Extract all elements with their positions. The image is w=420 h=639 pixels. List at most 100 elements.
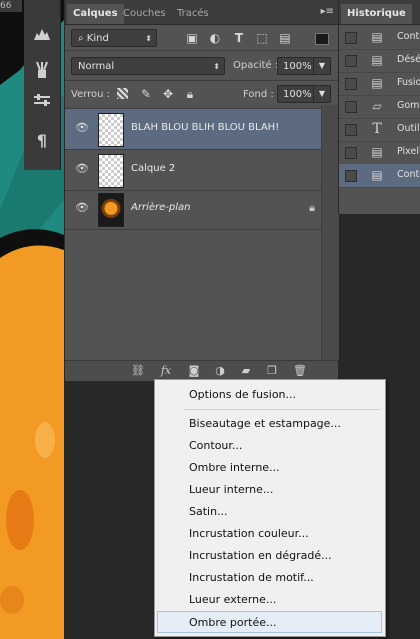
filter-toggle[interactable]	[315, 33, 329, 45]
layer-name: Arrière-plan	[131, 202, 191, 213]
menu-item-color-overlay[interactable]: Incrustation couleur...	[155, 523, 385, 545]
tab-historique[interactable]: Historique	[341, 4, 412, 24]
eye-visibility-icon[interactable]: 👁︎	[75, 201, 89, 215]
layer-name: BLAH BLOU BLIH BLOU BLAH!	[131, 122, 280, 133]
history-snapshot-checkbox[interactable]	[345, 101, 357, 113]
lock-all-icon[interactable]: 🔒︎	[183, 87, 197, 101]
history-item-selected[interactable]: ▤ Conto	[339, 164, 420, 188]
lock-transparency-icon[interactable]	[117, 88, 128, 99]
history-item[interactable]: ▤ Fusio	[339, 72, 420, 96]
link-layers-icon[interactable]: ⛓︎	[129, 363, 147, 379]
history-item-label: Pixell	[397, 146, 420, 157]
histogram-icon[interactable]	[30, 22, 54, 46]
kind-filter-label: Kind	[86, 33, 109, 44]
history-item-label: Conto	[397, 31, 420, 42]
fill-value: 100%	[283, 89, 312, 100]
layer-thumbnail	[98, 193, 124, 227]
fill-label: Fond :	[243, 89, 274, 100]
fill-field[interactable]: 100% ▼	[277, 85, 331, 103]
lock-label: Verrou :	[71, 89, 111, 100]
history-item[interactable]: ▤ Désél	[339, 49, 420, 73]
menu-item-blending-options[interactable]: Options de fusion...	[155, 384, 385, 406]
eye-visibility-icon[interactable]: 👁︎	[75, 121, 89, 135]
fx-label: fx	[160, 364, 172, 377]
history-snapshot-checkbox[interactable]	[345, 147, 357, 159]
filter-shape-icon[interactable]: ⬚	[255, 31, 269, 45]
adjustment-layer-icon[interactable]: ◑	[211, 363, 229, 379]
history-item-label: Gomm	[397, 100, 420, 111]
document-icon: ▤	[371, 145, 383, 159]
menu-item-pattern-overlay[interactable]: Incrustation de motif...	[155, 567, 385, 589]
search-icon: ⌕	[78, 33, 87, 44]
chevron-down-icon[interactable]: ▼	[313, 86, 330, 102]
history-snapshot-checkbox[interactable]	[345, 170, 357, 182]
menu-item-bevel-emboss[interactable]: Biseautage et estampage...	[155, 413, 385, 435]
chevron-down-icon[interactable]: ▼	[313, 58, 330, 74]
paragraph-icon[interactable]: ¶	[30, 128, 54, 152]
layers-panel: Calques Couches Tracés ▸≡ ⌕ Kind ⬍ ▣ ◐ T…	[64, 0, 339, 381]
trash-icon[interactable]: 🗑︎	[291, 363, 309, 379]
layers-scrollbar[interactable]	[321, 105, 339, 360]
chevron-updown-icon: ⬍	[145, 34, 152, 43]
menu-item-stroke[interactable]: Contour...	[155, 435, 385, 457]
menu-item-drop-shadow[interactable]: Ombre portée...	[157, 611, 382, 633]
filter-smart-object-icon[interactable]: ▤	[278, 31, 292, 45]
opacity-value: 100%	[283, 61, 312, 72]
type-tool-icon: T	[372, 121, 382, 137]
layer-thumbnail	[98, 113, 124, 147]
layer-row-text[interactable]: 👁︎ BLAH BLOU BLIH BLOU BLAH!	[65, 109, 321, 150]
fx-button[interactable]: fx	[157, 363, 175, 379]
history-item-label: Outil	[397, 123, 420, 134]
opacity-field[interactable]: 100% ▼	[277, 57, 331, 75]
menu-item-inner-shadow[interactable]: Ombre interne...	[155, 457, 385, 479]
history-panel-tabs: Historique	[339, 0, 420, 25]
history-item[interactable]: ▤ Conto	[339, 26, 420, 50]
menu-item-outer-glow[interactable]: Lueur externe...	[155, 589, 385, 611]
history-snapshot-checkbox[interactable]	[345, 78, 357, 90]
history-item-label: Désél	[397, 54, 420, 65]
history-item[interactable]: ▤ Pixell	[339, 141, 420, 165]
menu-item-gradient-overlay[interactable]: Incrustation en dégradé...	[155, 545, 385, 567]
panel-menu-icon[interactable]: ▸≡	[321, 6, 334, 17]
layer-row-calque-2[interactable]: 👁︎ Calque 2	[65, 150, 321, 191]
eye-visibility-icon[interactable]: 👁︎	[75, 162, 89, 176]
history-snapshot-checkbox[interactable]	[345, 32, 357, 44]
add-mask-icon[interactable]: ◙	[185, 363, 203, 379]
lock-icon: 🔒︎	[309, 201, 315, 214]
history-item[interactable]: T Outil	[339, 118, 420, 142]
lock-position-move-icon[interactable]: ✥	[161, 87, 175, 101]
history-panel: Historique ▤ Conto ▤ Désél ▤ Fusio ▱ Gom…	[338, 0, 420, 214]
layer-row-background[interactable]: 👁︎ Arrière-plan 🔒︎	[65, 189, 321, 230]
history-snapshot-checkbox[interactable]	[345, 55, 357, 67]
new-layer-icon[interactable]: ❐	[263, 363, 281, 379]
filter-adjustment-icon[interactable]: ◐	[208, 31, 222, 45]
folder-icon[interactable]: ▰	[237, 363, 255, 379]
layer-style-menu: Options de fusion... Biseautage et estam…	[154, 379, 386, 637]
tab-calques[interactable]: Calques	[67, 4, 124, 24]
history-item[interactable]: ▱ Gomm	[339, 95, 420, 119]
layer-thumbnail	[98, 154, 124, 188]
layers-bottom-bar: ⛓︎ fx ◙ ◑ ▰ ❐ 🗑︎	[65, 360, 338, 381]
menu-separator	[183, 409, 381, 410]
layer-name: Calque 2	[131, 163, 176, 174]
blend-mode-dropdown[interactable]: Normal ⬍	[71, 57, 225, 75]
ruler-number: 66	[0, 0, 22, 12]
history-item-label: Fusio	[397, 77, 420, 88]
layers-panel-tabs: Calques Couches Tracés ▸≡	[65, 0, 338, 25]
tab-traces[interactable]: Tracés	[171, 4, 215, 24]
filter-type-icon[interactable]: T	[232, 31, 246, 45]
brushes-icon[interactable]	[30, 58, 54, 82]
tab-couches[interactable]: Couches	[117, 4, 172, 24]
filter-pixel-icon[interactable]: ▣	[185, 31, 199, 45]
menu-item-satin[interactable]: Satin...	[155, 501, 385, 523]
blend-mode-value: Normal	[78, 61, 115, 72]
lock-paint-brush-icon[interactable]: ✎	[139, 87, 153, 101]
tool-strip: ¶	[24, 0, 61, 170]
menu-item-inner-glow[interactable]: Lueur interne...	[155, 479, 385, 501]
history-item-label: Conto	[397, 169, 420, 180]
history-snapshot-checkbox[interactable]	[345, 124, 357, 136]
adjustment-sliders-icon[interactable]	[30, 88, 54, 112]
document-icon: ▤	[371, 168, 383, 182]
kind-filter-dropdown[interactable]: ⌕ Kind ⬍	[71, 29, 157, 47]
document-icon: ▤	[371, 30, 383, 44]
